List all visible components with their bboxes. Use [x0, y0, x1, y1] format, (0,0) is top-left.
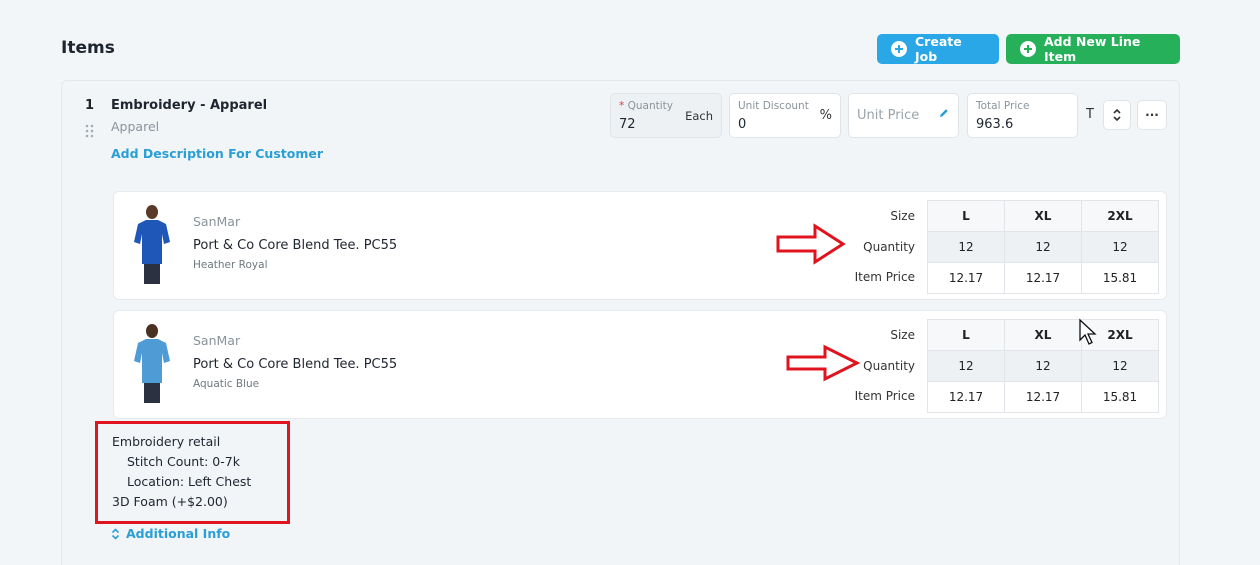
additional-info-label: Additional Info: [126, 526, 231, 541]
decoration-type: Embroidery retail: [112, 434, 221, 449]
size-header: XL: [1004, 200, 1082, 232]
size-quantity-cell[interactable]: 12: [927, 231, 1005, 263]
items-title: Items: [61, 38, 115, 58]
total-price-value: 963.6: [976, 117, 1014, 132]
size-price-cell[interactable]: 12.17: [927, 262, 1005, 294]
size-header: 2XL: [1081, 200, 1159, 232]
create-job-button[interactable]: Create Job: [877, 34, 999, 64]
size-header: L: [927, 200, 1005, 232]
size-price-cell[interactable]: 15.81: [1081, 262, 1159, 294]
total-price-label: Total Price: [976, 100, 1030, 112]
product-color: Aquatic Blue: [193, 378, 260, 390]
annotation-arrow-icon: [776, 223, 846, 265]
reorder-button[interactable]: [1103, 100, 1131, 130]
plus-circle-icon: [891, 41, 907, 57]
line-item-number: 1: [85, 98, 95, 113]
quantity-value: 72: [619, 117, 636, 132]
vendor-name: SanMar: [193, 333, 241, 348]
unit-discount-label: Unit Discount: [738, 100, 809, 112]
product-name: Port & Co Core Blend Tee. PC55: [193, 238, 398, 253]
size-price-cell[interactable]: 15.81: [1081, 381, 1159, 413]
add-description-link[interactable]: Add Description For Customer: [111, 146, 323, 161]
size-header: XL: [1004, 319, 1082, 351]
size-quantity-cell[interactable]: 12: [927, 350, 1005, 382]
size-header: L: [927, 319, 1005, 351]
expand-chevrons-icon: [111, 527, 120, 540]
unit-price-field[interactable]: Unit Price: [848, 93, 959, 138]
size-price-cell[interactable]: 12.17: [1004, 262, 1082, 294]
product-name: Port & Co Core Blend Tee. PC55: [193, 357, 398, 372]
size-matrix: L XL 2XL 12 12 12 12.17 12.17 15.81: [927, 200, 1159, 294]
decoration-location: Location: Left Chest: [127, 474, 252, 489]
line-item-title: Embroidery - Apparel: [111, 98, 268, 113]
taxable-flag[interactable]: T: [1086, 107, 1094, 122]
create-job-label: Create Job: [915, 34, 962, 64]
size-quantity-cell[interactable]: 12: [1081, 231, 1159, 263]
size-price-cell[interactable]: 12.17: [927, 381, 1005, 413]
stitch-count: Stitch Count: 0-7k: [127, 454, 240, 469]
add-line-item-label: Add New Line Item: [1044, 34, 1141, 64]
unit-discount-value: 0: [738, 117, 747, 132]
total-price-field[interactable]: Total Price 963.6: [967, 93, 1078, 138]
unit-price-placeholder: Unit Price: [857, 108, 920, 123]
size-quantity-cell[interactable]: 12: [1004, 350, 1082, 382]
size-matrix: L XL 2XL 12 12 12 12.17 12.17 15.81: [927, 319, 1159, 413]
size-quantity-cell[interactable]: 12: [1081, 350, 1159, 382]
product-row: SanMar Port & Co Core Blend Tee. PC55 Aq…: [113, 310, 1167, 419]
tshirt-image: [134, 205, 170, 284]
item-price-row-label: Item Price: [854, 270, 915, 284]
size-price-cell[interactable]: 12.17: [1004, 381, 1082, 413]
mouse-cursor-icon: [1079, 318, 1097, 345]
size-row-label: Size: [890, 209, 915, 223]
quantity-row-label: Quantity: [863, 240, 915, 254]
add-new-line-item-button[interactable]: Add New Line Item: [1006, 34, 1180, 64]
size-quantity-cell[interactable]: 12: [1004, 231, 1082, 263]
additional-info-toggle[interactable]: Additional Info: [111, 526, 230, 541]
pencil-icon[interactable]: [938, 107, 950, 119]
percent-suffix: %: [819, 108, 832, 123]
decoration-addon: 3D Foam (+$2.00): [112, 494, 228, 509]
quantity-unit: Each: [685, 109, 713, 123]
quantity-field[interactable]: * Quantity 72 Each: [610, 93, 722, 138]
sort-chevrons-icon: [1113, 108, 1121, 122]
vendor-name: SanMar: [193, 214, 241, 229]
more-options-button[interactable]: ···: [1137, 100, 1167, 130]
product-row: SanMar Port & Co Core Blend Tee. PC55 He…: [113, 191, 1167, 300]
drag-handle-icon[interactable]: [85, 124, 95, 138]
tshirt-image: [134, 324, 170, 403]
plus-circle-icon: [1020, 41, 1036, 57]
item-price-row-label: Item Price: [854, 389, 915, 403]
annotation-arrow-icon: [786, 344, 861, 382]
quantity-field-label: * Quantity: [619, 100, 673, 112]
quantity-row-label: Quantity: [863, 359, 915, 373]
product-color: Heather Royal: [193, 259, 268, 271]
unit-discount-field[interactable]: Unit Discount 0 %: [729, 93, 841, 138]
size-row-label: Size: [890, 328, 915, 342]
line-item-category: Apparel: [111, 119, 160, 134]
